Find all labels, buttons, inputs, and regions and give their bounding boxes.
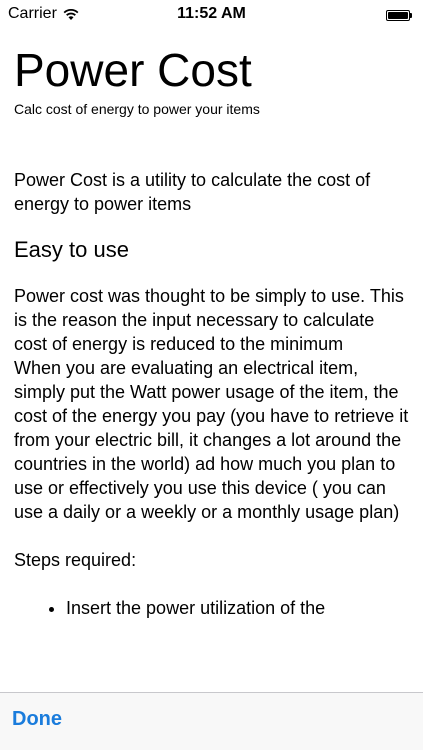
section-heading: Easy to use bbox=[14, 237, 129, 262]
status-time: 11:52 AM bbox=[177, 5, 246, 22]
battery-icon bbox=[386, 9, 414, 21]
status-bar: Carrier 11:52 AM bbox=[0, 0, 423, 30]
paragraph-1: Power cost was thought to be simply to u… bbox=[14, 286, 404, 354]
steps-label: Steps required: bbox=[14, 550, 137, 570]
info-scroll-view[interactable]: Power Cost Calc cost of energy to power … bbox=[0, 30, 423, 692]
done-button[interactable]: Done bbox=[12, 708, 62, 731]
page-subtitle: Calc cost of energy to power your items bbox=[14, 101, 260, 117]
list-item: Insert the power utilization of the bbox=[66, 596, 409, 620]
bottom-toolbar: Done bbox=[0, 692, 423, 750]
steps-list: Insert the power utilization of the bbox=[14, 596, 409, 620]
intro-text: Power Cost is a utility to calculate the… bbox=[14, 170, 371, 214]
paragraph-2: When you are evaluating an electrical it… bbox=[14, 358, 409, 522]
page-title: Power Cost bbox=[14, 44, 252, 96]
